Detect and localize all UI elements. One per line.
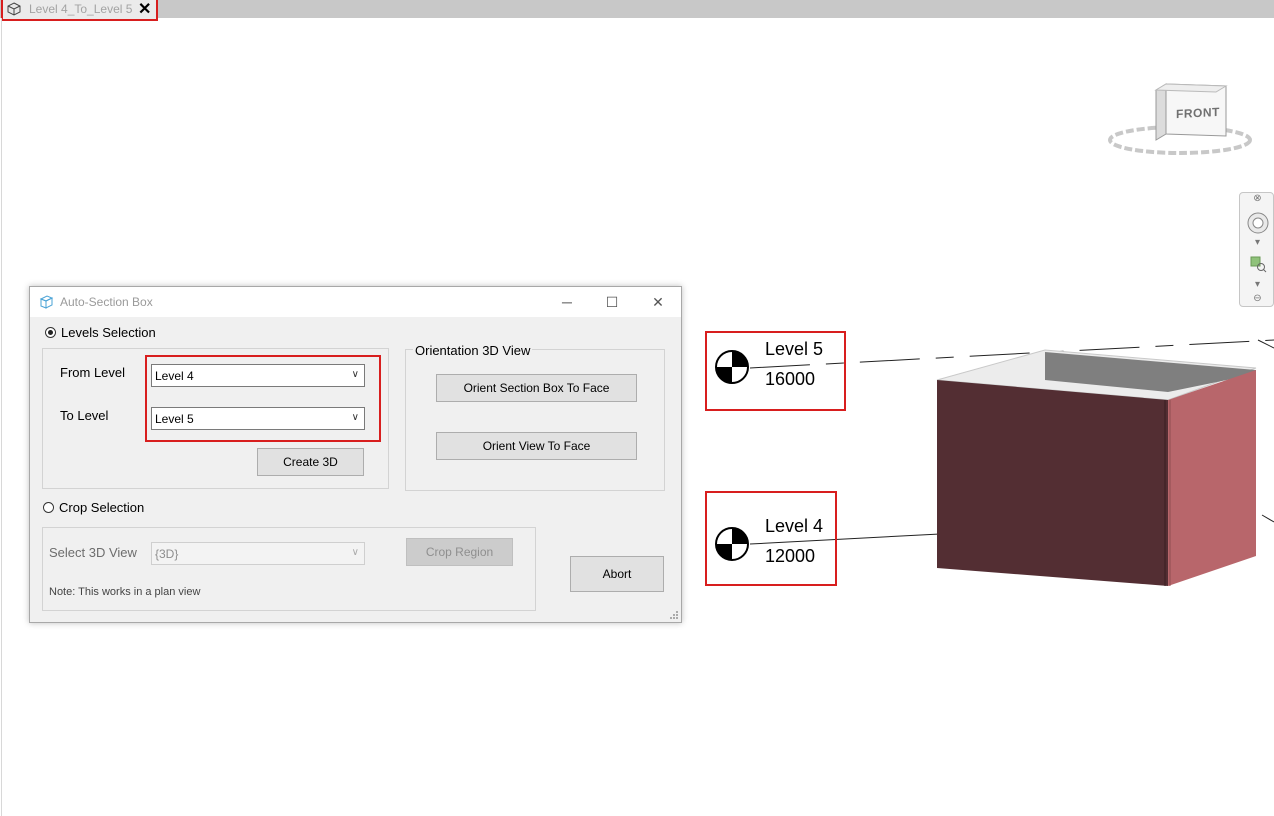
dialog-title: Auto-Section Box: [60, 295, 153, 309]
level-head-icon: [715, 527, 749, 561]
orientation-group-label: Orientation 3D View: [413, 343, 533, 358]
to-level-label: To Level: [60, 408, 109, 423]
crop-selection-radio[interactable]: [43, 502, 54, 513]
from-level-label: From Level: [60, 365, 126, 380]
maximize-icon[interactable]: ☐: [597, 291, 627, 313]
section-box-icon: [39, 295, 54, 309]
level-elevation[interactable]: 16000: [765, 369, 815, 390]
level-dropdowns-highlight: [145, 355, 381, 442]
orientation-group: [405, 349, 665, 491]
section-box-model: [936, 349, 1257, 586]
dialog-title-bar[interactable]: Auto-Section Box ─ ☐ ✕: [30, 287, 681, 317]
select-3d-view-dropdown[interactable]: {3D} ∨: [151, 542, 365, 565]
chevron-down-icon: ∨: [351, 547, 359, 558]
level-head-icon: [715, 350, 749, 384]
crop-selection-label[interactable]: Crop Selection: [59, 500, 144, 515]
orient-section-box-button[interactable]: Orient Section Box To Face: [436, 374, 637, 402]
level-name[interactable]: Level 5: [765, 339, 823, 360]
level-name[interactable]: Level 4: [765, 516, 823, 537]
select-3d-view-label: Select 3D View: [49, 545, 137, 560]
levels-selection-radio[interactable]: [45, 327, 56, 338]
select-3d-view-value: {3D}: [155, 547, 179, 561]
resize-grip-icon[interactable]: [669, 610, 679, 620]
orient-view-button[interactable]: Orient View To Face: [436, 432, 637, 460]
minimize-icon[interactable]: ─: [552, 291, 582, 313]
level-elevation[interactable]: 12000: [765, 546, 815, 567]
crop-region-button[interactable]: Crop Region: [406, 538, 513, 566]
close-icon[interactable]: ✕: [643, 291, 673, 313]
crop-note: Note: This works in a plan view: [49, 586, 201, 598]
create-3d-button[interactable]: Create 3D: [257, 448, 364, 476]
levels-selection-label[interactable]: Levels Selection: [61, 325, 156, 340]
auto-section-box-dialog: Auto-Section Box ─ ☐ ✕ Levels Selection …: [29, 286, 682, 623]
abort-button[interactable]: Abort: [570, 556, 664, 592]
